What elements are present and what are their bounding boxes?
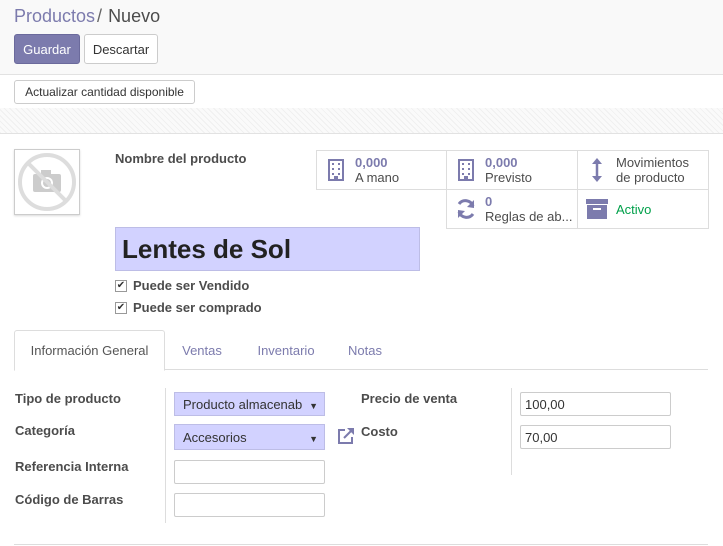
can-be-sold-row[interactable]: ✔ Puede ser Vendido [115,278,249,293]
breadcrumb: Productos / Nuevo [14,6,160,27]
moves-line1: Movimientos [616,155,689,170]
internal-reference-label: Referencia Interna [15,459,129,474]
on-hand-button[interactable]: 0,000 A mano [316,150,447,190]
category-value: Accesorios [183,429,247,445]
category-select[interactable]: Accesorios ▼ [174,424,325,450]
cost-input[interactable]: 70,00 [520,425,671,449]
group-divider-left [165,388,166,523]
on-hand-value: 0,000 [355,155,388,170]
discard-button[interactable]: Descartar [84,34,158,64]
refresh-icon [447,198,485,220]
product-type-label: Tipo de producto [15,391,121,406]
moves-line2: de producto [616,170,685,185]
barcode-label: Código de Barras [15,492,124,507]
product-moves-button[interactable]: Movimientos de producto [577,150,709,190]
tab-sales[interactable]: Ventas [167,330,237,370]
notebook-tabs: Información General Ventas Inventario No… [14,330,708,371]
caret-down-icon: ▼ [309,434,318,444]
building-icon [317,159,355,181]
checkbox-checked-icon[interactable]: ✔ [115,301,127,314]
sheet-background [0,108,723,134]
caret-down-icon: ▼ [309,401,318,411]
sale-price-label: Precio de venta [361,391,458,406]
external-link-icon[interactable] [336,426,356,449]
tab-inventory[interactable]: Inventario [244,330,328,370]
group-divider-right [511,388,512,475]
product-name-label: Nombre del producto [115,151,247,166]
category-label: Categoría [15,423,75,438]
breadcrumb-separator: / [97,6,103,26]
product-name-input[interactable]: Lentes de Sol [115,227,420,271]
arrows-vertical-icon [578,157,616,183]
product-image[interactable] [14,149,80,215]
forecast-value: 0,000 [485,155,518,170]
tab-general-info[interactable]: Información General [14,330,165,371]
forecast-label: Previsto [485,170,532,185]
active-label: Activo [616,201,652,217]
can-be-sold-label: Puede ser Vendido [133,278,250,293]
form-statusbar: Actualizar cantidad disponible [0,74,723,108]
barcode-input[interactable] [174,493,325,517]
product-type-select[interactable]: Producto almacenab ▼ [174,392,325,416]
no-image-icon [18,153,76,211]
reorder-label: Reglas de ab... [485,209,573,224]
product-type-value: Producto almacenab [183,396,303,412]
archive-icon [578,198,616,220]
active-toggle-button[interactable]: Activo [577,189,709,229]
save-button[interactable]: Guardar [14,34,80,64]
sale-price-input[interactable]: 100,00 [520,392,671,416]
can-be-purchased-label: Puede ser comprado [133,300,262,315]
reorder-rules-button[interactable]: 0 Reglas de ab... [446,189,578,229]
update-quantity-button[interactable]: Actualizar cantidad disponible [14,80,195,104]
reorder-value: 0 [485,194,493,209]
checkbox-checked-icon[interactable]: ✔ [115,279,127,292]
internal-reference-input[interactable] [174,460,325,484]
forecast-button[interactable]: 0,000 Previsto [446,150,578,190]
cost-label: Costo [361,424,398,439]
building-icon [447,159,485,181]
divider [14,544,708,545]
breadcrumb-current: Nuevo [108,6,161,26]
on-hand-label: A mano [355,170,400,185]
tab-notes[interactable]: Notas [336,330,394,370]
breadcrumb-parent[interactable]: Productos [14,6,95,26]
can-be-purchased-row[interactable]: ✔ Puede ser comprado [115,300,262,315]
